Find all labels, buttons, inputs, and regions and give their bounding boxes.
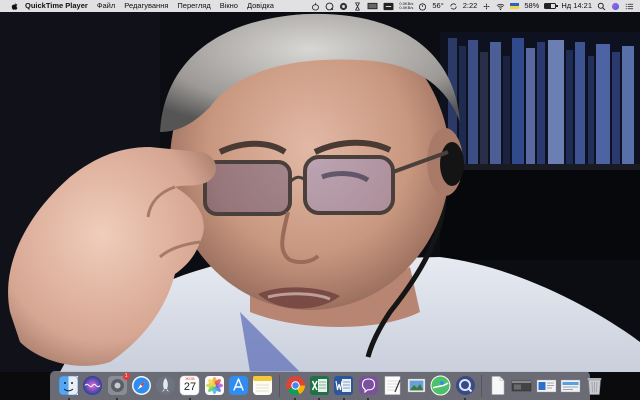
dock-document[interactable]	[487, 375, 508, 396]
bookshelf	[440, 32, 640, 260]
onion-icon[interactable]	[311, 2, 320, 11]
dock-viber[interactable]	[358, 375, 379, 400]
dock-siri[interactable]	[82, 375, 103, 396]
dock-system-preferences[interactable]: 1	[107, 373, 130, 400]
dock: 1 ЖОВ 27	[50, 371, 602, 400]
dock-chrome[interactable]	[285, 375, 306, 400]
maps-icon	[430, 375, 451, 396]
running-indicator	[67, 397, 70, 400]
dock-app-store[interactable]	[228, 375, 249, 396]
status-icon[interactable]	[339, 2, 348, 11]
chrome-icon	[285, 376, 305, 396]
running-indicator	[318, 397, 321, 400]
net-download: 0.0KB/s	[399, 5, 414, 10]
word-icon	[334, 376, 354, 395]
trash-icon	[587, 378, 602, 395]
dock-notes[interactable]	[252, 375, 273, 396]
dock-calendar[interactable]: ЖОВ 27	[179, 375, 200, 400]
search-icon[interactable]	[597, 2, 606, 11]
dock-photos[interactable]	[204, 375, 225, 396]
menu-view[interactable]: Перегляд	[177, 0, 210, 12]
menu-edit[interactable]: Редагування	[124, 0, 168, 12]
photos-icon	[204, 376, 224, 395]
menu-window[interactable]: Вікно	[220, 0, 238, 12]
running-indicator	[464, 397, 467, 400]
finder-icon	[58, 375, 79, 396]
dock-maps[interactable]	[430, 375, 451, 396]
menu-file[interactable]: Файл	[97, 0, 115, 12]
clock[interactable]: Нд 14:21	[561, 0, 592, 12]
timer-icon[interactable]	[418, 2, 427, 11]
safari-icon	[131, 376, 151, 395]
quicktime-icon[interactable]	[325, 2, 334, 11]
video-image	[0, 12, 640, 372]
dock-minimized-window-1[interactable]	[511, 375, 532, 396]
hourglass-icon[interactable]	[353, 1, 362, 11]
menu-help[interactable]: Довідка	[247, 0, 274, 12]
status-area: 0.0KB/s 0.0KB/s 56° 2:22 58% Нд 14:21	[311, 0, 634, 12]
viber-icon	[358, 376, 378, 395]
dock-separator	[278, 374, 280, 397]
textedit-icon	[384, 376, 401, 395]
battery-percent[interactable]: 58%	[524, 0, 539, 12]
calendar-day: 27	[183, 381, 197, 393]
dock-quicktime[interactable]	[455, 375, 476, 400]
notification-badge: 1	[122, 373, 130, 380]
notes-icon	[253, 376, 273, 395]
dock-finder[interactable]	[58, 375, 79, 400]
quicktime-icon	[455, 376, 475, 395]
dock-trash[interactable]	[584, 375, 605, 396]
running-indicator	[116, 397, 119, 400]
menu-app-name[interactable]: QuickTime Player	[25, 0, 88, 12]
siri-icon[interactable]	[611, 2, 620, 11]
document-icon	[491, 376, 505, 395]
battery-icon[interactable]	[544, 3, 558, 9]
window-thumbnail-icon	[512, 380, 532, 392]
apple-icon[interactable]	[10, 2, 19, 11]
dock-minimized-window-2[interactable]	[536, 375, 557, 396]
dock-preview[interactable]	[406, 375, 427, 396]
dock-excel[interactable]	[309, 375, 330, 400]
cpu-time-value[interactable]: 2:22	[463, 0, 478, 12]
launchpad-icon	[156, 376, 176, 395]
dock-launchpad[interactable]	[155, 375, 176, 396]
menu-bar: QuickTime Player Файл Редагування Перегл…	[0, 0, 640, 12]
video-frame[interactable]	[0, 12, 640, 372]
menubar-extra-icon[interactable]	[383, 2, 394, 11]
wifi-icon[interactable]	[496, 2, 505, 11]
ukraine-flag-icon[interactable]	[510, 3, 520, 9]
window-thumbnail-icon	[536, 379, 556, 393]
battery-fill	[545, 4, 552, 8]
siri-icon	[83, 376, 103, 395]
notification-center-icon[interactable]	[625, 2, 634, 11]
running-indicator	[294, 397, 297, 400]
temperature-value[interactable]: 56°	[432, 0, 443, 12]
screen-icon[interactable]	[367, 2, 378, 11]
dock-textedit[interactable]	[382, 375, 403, 396]
dock-safari[interactable]	[131, 375, 152, 396]
dock-minimized-window-3[interactable]	[560, 375, 581, 396]
window-thumbnail-icon	[560, 379, 581, 393]
dock-separator	[481, 374, 483, 397]
running-indicator	[367, 397, 370, 400]
running-indicator	[188, 397, 191, 400]
app-store-icon	[229, 376, 249, 395]
network-speed[interactable]: 0.0KB/s 0.0KB/s	[399, 1, 414, 11]
excel-icon	[309, 376, 329, 395]
dock-word[interactable]	[333, 375, 354, 400]
preview-icon	[407, 378, 426, 393]
running-indicator	[342, 397, 345, 400]
sync-icon[interactable]	[449, 2, 458, 11]
fan-icon[interactable]	[482, 2, 491, 11]
